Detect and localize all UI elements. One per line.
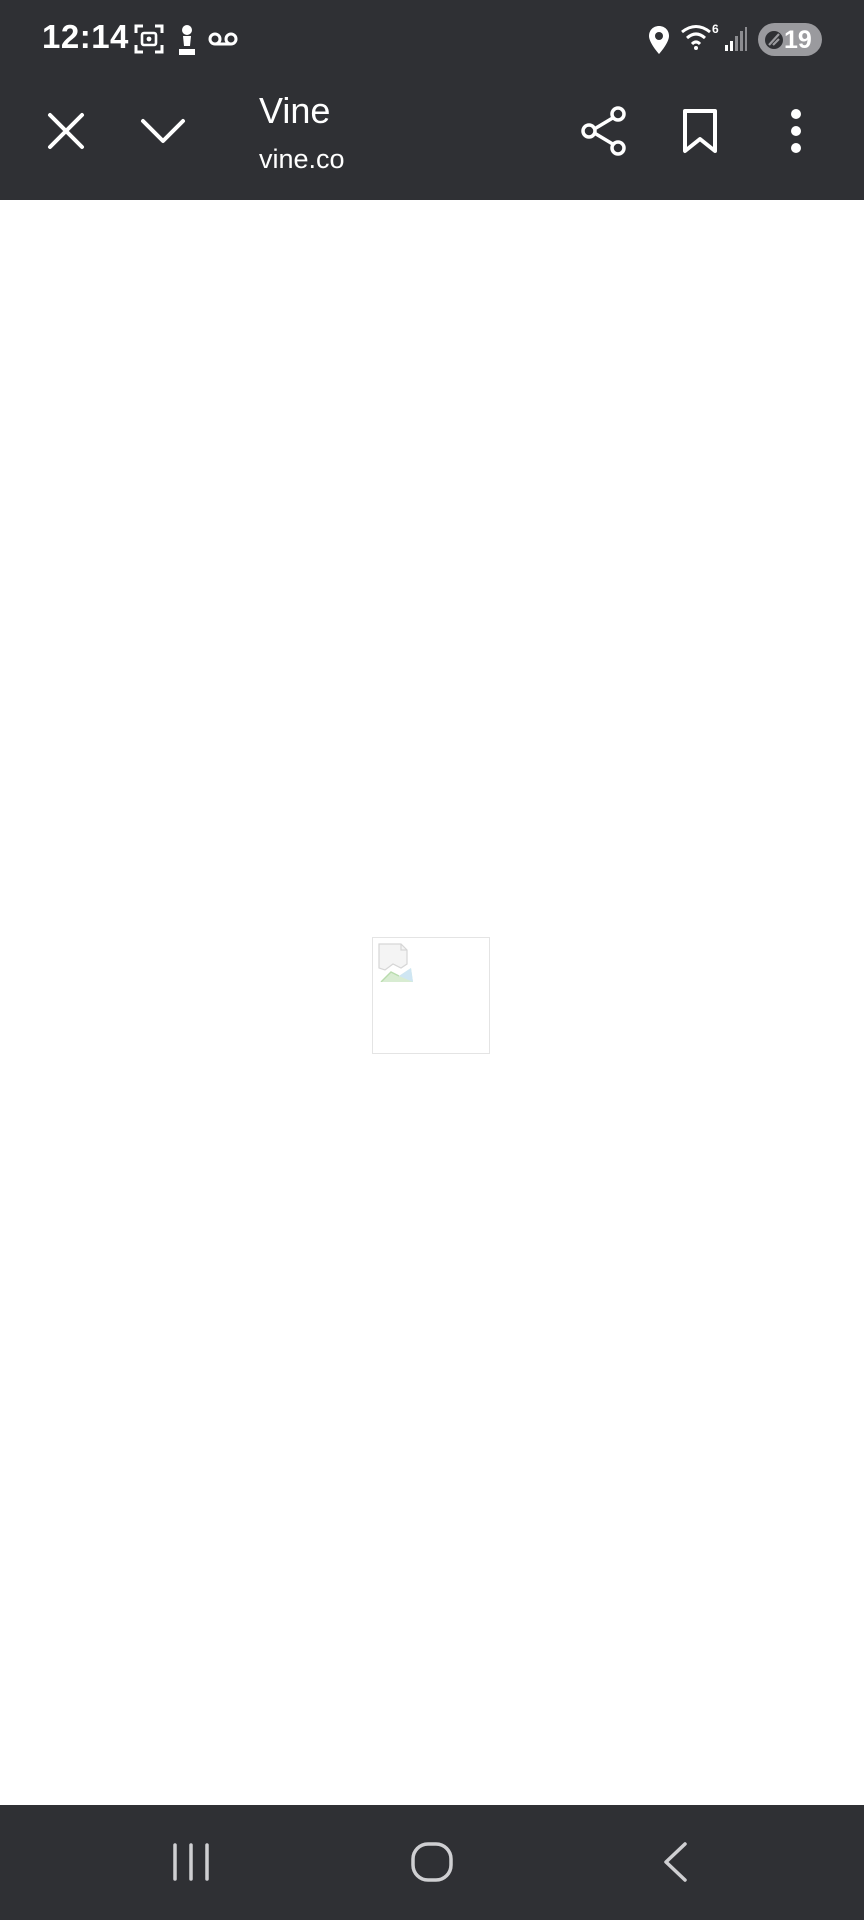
back-icon[interactable]: [660, 1841, 690, 1883]
status-time: 12:14: [42, 18, 129, 55]
web-content[interactable]: [0, 200, 864, 1805]
recent-apps-icon[interactable]: [171, 1843, 211, 1881]
screen: 12:14 6 19 Vine vine.co: [0, 0, 864, 1920]
cell-signal-icon: [725, 27, 747, 51]
share-icon[interactable]: [580, 106, 628, 156]
close-icon[interactable]: [45, 110, 87, 152]
bookmark-icon[interactable]: [682, 108, 718, 154]
battery-indicator: 19: [758, 23, 822, 56]
status-bar: 12:14 6 19: [0, 0, 864, 78]
system-nav-bar: [0, 1805, 864, 1920]
broken-image-placeholder: [372, 937, 490, 1054]
voicemail-icon: [208, 32, 238, 46]
wifi-6-icon: 6: [681, 22, 719, 50]
chess-pawn-icon: [179, 25, 195, 55]
page-title: Vine: [259, 90, 331, 131]
page-url: vine.co: [259, 144, 345, 174]
broken-image-icon: [378, 943, 413, 982]
home-icon[interactable]: [410, 1841, 454, 1883]
more-vert-icon[interactable]: [788, 108, 804, 154]
chevron-down-icon[interactable]: [139, 116, 187, 146]
battery-level: 19: [784, 26, 812, 54]
custom-tab-toolbar: Vine vine.co: [0, 78, 864, 200]
battery-saver-icon: [765, 31, 783, 49]
screenshot-icon: [134, 24, 164, 54]
svg-text:6: 6: [712, 22, 719, 36]
location-icon: [649, 26, 669, 54]
